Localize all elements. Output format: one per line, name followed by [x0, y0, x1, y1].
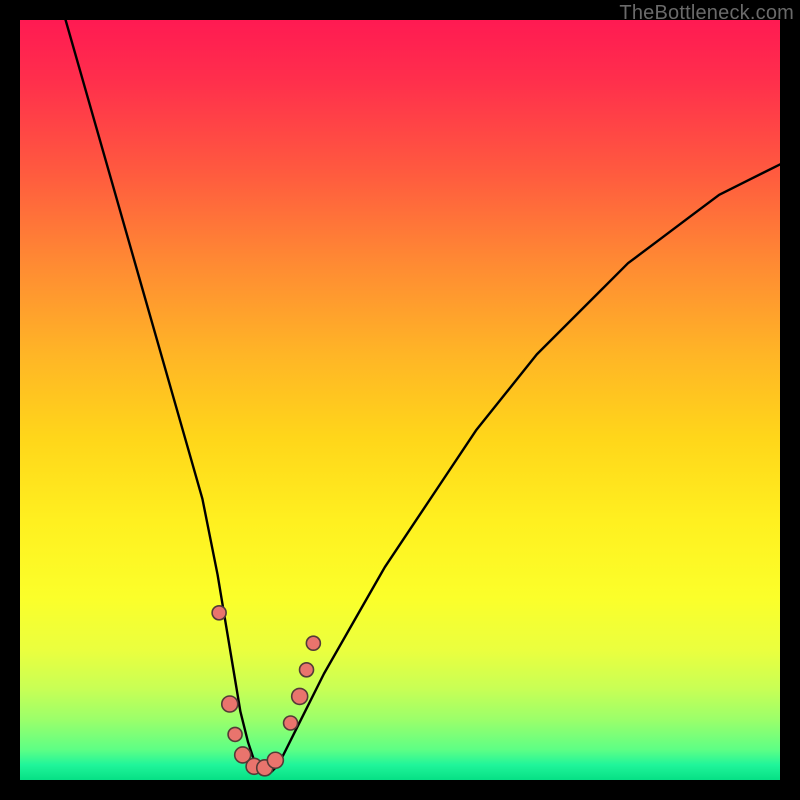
curve-marker	[212, 606, 226, 620]
curve-marker	[300, 663, 314, 677]
curve-marker	[284, 716, 298, 730]
curve-marker	[222, 696, 238, 712]
curve-marker	[267, 752, 283, 768]
marker-group	[212, 606, 320, 776]
chart-overlay	[20, 20, 780, 780]
chart-frame	[20, 20, 780, 780]
curve-marker	[228, 727, 242, 741]
source-attribution: TheBottleneck.com	[619, 2, 794, 25]
curve-marker	[292, 688, 308, 704]
curve-marker	[306, 636, 320, 650]
bottleneck-curve	[66, 20, 780, 772]
